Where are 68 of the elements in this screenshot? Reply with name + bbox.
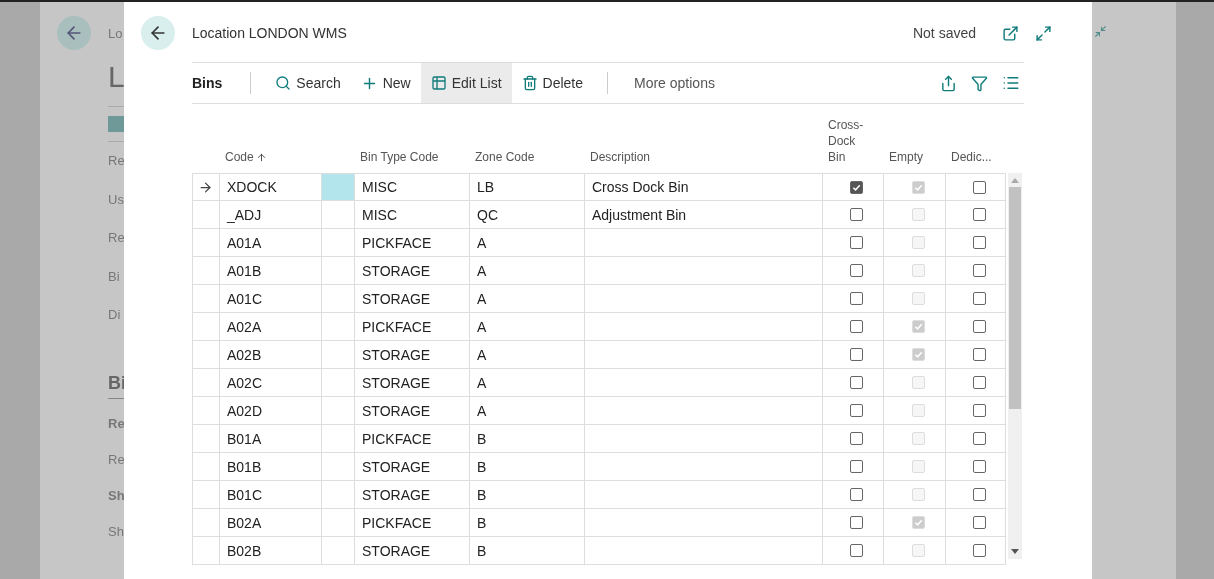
table-cell: B01C <box>220 481 322 509</box>
edit-button[interactable]: Edit List <box>420 63 512 103</box>
table-cell: A02C <box>220 369 322 397</box>
column-header[interactable]: Code <box>220 149 322 173</box>
search-button[interactable]: Search <box>265 63 351 103</box>
field-label: Bi <box>108 267 121 286</box>
table-cell: PICKFACE <box>355 313 470 341</box>
table-cell: A <box>470 341 585 369</box>
table-cell: A01A <box>220 229 322 257</box>
column-header[interactable]: Dedic... <box>946 149 1006 173</box>
table-cell: STORAGE <box>355 537 470 565</box>
new-button[interactable]: New <box>350 63 421 103</box>
table-cell: Cross Dock Bin <box>585 173 823 201</box>
table-cell: STORAGE <box>355 285 470 313</box>
table-cell: PICKFACE <box>355 425 470 453</box>
table-cell: LB <box>470 173 585 201</box>
table-cell: STORAGE <box>355 341 470 369</box>
breadcrumb: Lo <box>108 25 123 41</box>
table-cell: PICKFACE <box>355 229 470 257</box>
table-cell: STORAGE <box>355 369 470 397</box>
page-title: L <box>108 60 124 94</box>
field-label: Sh <box>108 522 124 541</box>
table-cell: A <box>470 229 585 257</box>
table-cell: A <box>470 257 585 285</box>
more-options-button[interactable]: More options <box>622 75 727 91</box>
table-cell: B <box>470 425 585 453</box>
table-cell: STORAGE <box>355 397 470 425</box>
table-cell: A <box>470 397 585 425</box>
table-cell: A <box>470 285 585 313</box>
table-cell: QC <box>470 201 585 229</box>
field-label: Sh <box>108 486 124 505</box>
dialog-title: Location LONDON WMS <box>192 25 348 41</box>
table-cell: A01B <box>220 257 322 285</box>
table-cell: B02A <box>220 509 322 537</box>
table-cell: B01B <box>220 453 322 481</box>
table-cell: A <box>470 369 585 397</box>
field-label: Re <box>108 152 124 170</box>
table-cell: A02A <box>220 313 322 341</box>
table-cell: A02B <box>220 341 322 369</box>
field-label: Re <box>108 414 124 433</box>
table-cell: STORAGE <box>355 257 470 285</box>
column-header[interactable]: Cross-Dock Bin <box>823 117 884 173</box>
column-header[interactable]: Bin Type Code <box>355 149 470 173</box>
table-cell: B <box>470 453 585 481</box>
table-cell: MISC <box>355 201 470 229</box>
table-cell: B <box>470 509 585 537</box>
column-header[interactable]: Description <box>585 149 823 173</box>
table-cell: STORAGE <box>355 453 470 481</box>
table-cell: A01C <box>220 285 322 313</box>
list-title: Bins <box>192 75 224 91</box>
table-cell: A02D <box>220 397 322 425</box>
field-label: Re <box>108 229 124 247</box>
save-status: Not saved <box>912 25 976 41</box>
field-label: Di <box>108 306 122 324</box>
field-label: Us <box>108 190 124 209</box>
delete-button[interactable]: Delete <box>511 63 593 103</box>
column-header[interactable]: Zone Code <box>470 149 585 173</box>
table-cell: Adjustment Bin <box>585 201 823 229</box>
table-cell: PICKFACE <box>355 509 470 537</box>
table-cell: _ADJ <box>220 201 322 229</box>
table-cell: B01A <box>220 425 322 453</box>
table-cell: STORAGE <box>355 481 470 509</box>
table-cell: MISC <box>355 173 470 201</box>
table-cell: B <box>470 537 585 565</box>
table-cell: B02B <box>220 537 322 565</box>
field-label: Re <box>108 450 124 469</box>
table-cell: B <box>470 481 585 509</box>
table-cell: A <box>470 313 585 341</box>
